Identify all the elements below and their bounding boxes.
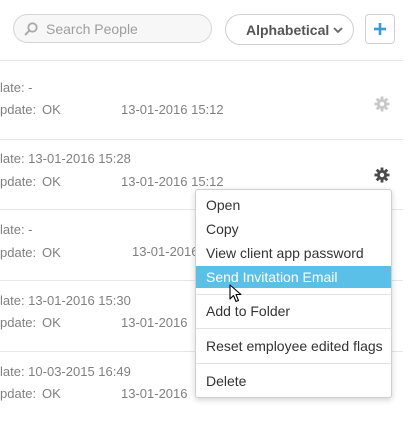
context-menu: Open Copy View client app password Send … [195,189,392,398]
row-line1: late: 13-01-2016 15:28 [0,151,131,166]
sort-dropdown[interactable]: Alphabetical [225,14,354,45]
gear-icon[interactable] [374,167,390,183]
row-status: OK [42,245,61,260]
menu-item-open[interactable]: Open [196,194,391,216]
menu-item-add-to-folder[interactable]: Add to Folder [196,300,391,322]
row-status: OK [42,315,61,330]
row-status: OK [42,174,61,189]
gear-icon[interactable] [374,96,390,112]
chevron-down-icon [333,27,343,34]
menu-separator [196,328,391,329]
menu-item-delete[interactable]: Delete [196,370,391,392]
row-line2-label: pdate: [0,174,37,189]
plus-icon [374,23,386,35]
row-date: 13-01-2016 15:12 [121,102,224,117]
row-line1: late: 13-01-2016 15:30 [0,293,131,308]
menu-separator [196,363,391,364]
row-date: 13-01-2016 [132,244,199,259]
menu-item-view-client-app-password[interactable]: View client app password [196,242,391,264]
add-button[interactable] [365,14,395,44]
menu-separator [196,294,391,295]
row-status: OK [42,102,61,117]
search-box[interactable] [13,14,212,43]
row-line2-label: pdate: [0,386,37,401]
row-line1: late: - [0,80,33,95]
row-date: 13-01-2016 [121,386,188,401]
search-icon [24,21,38,35]
row-line2-label: pdate: [0,315,37,330]
menu-item-copy[interactable]: Copy [196,218,391,240]
search-input[interactable] [44,19,198,38]
menu-item-send-invitation-email[interactable]: Send Invitation Email [196,266,391,288]
row-status: OK [42,386,61,401]
row-line2-label: pdate: [0,102,37,117]
sort-label: Alphabetical [246,21,330,38]
row-line1: late: - [0,222,33,237]
row-line1: late: 10-03-2015 16:49 [0,364,131,379]
divider [0,139,403,140]
row-date: 13-01-2016 15:12 [121,174,224,189]
mouse-cursor-icon [229,284,242,303]
row-date: 13-01-2016 [121,315,188,330]
menu-item-reset-employee-edited-flags[interactable]: Reset employee edited flags [196,335,391,357]
row-line2-label: pdate: [0,245,37,260]
divider [0,60,403,61]
